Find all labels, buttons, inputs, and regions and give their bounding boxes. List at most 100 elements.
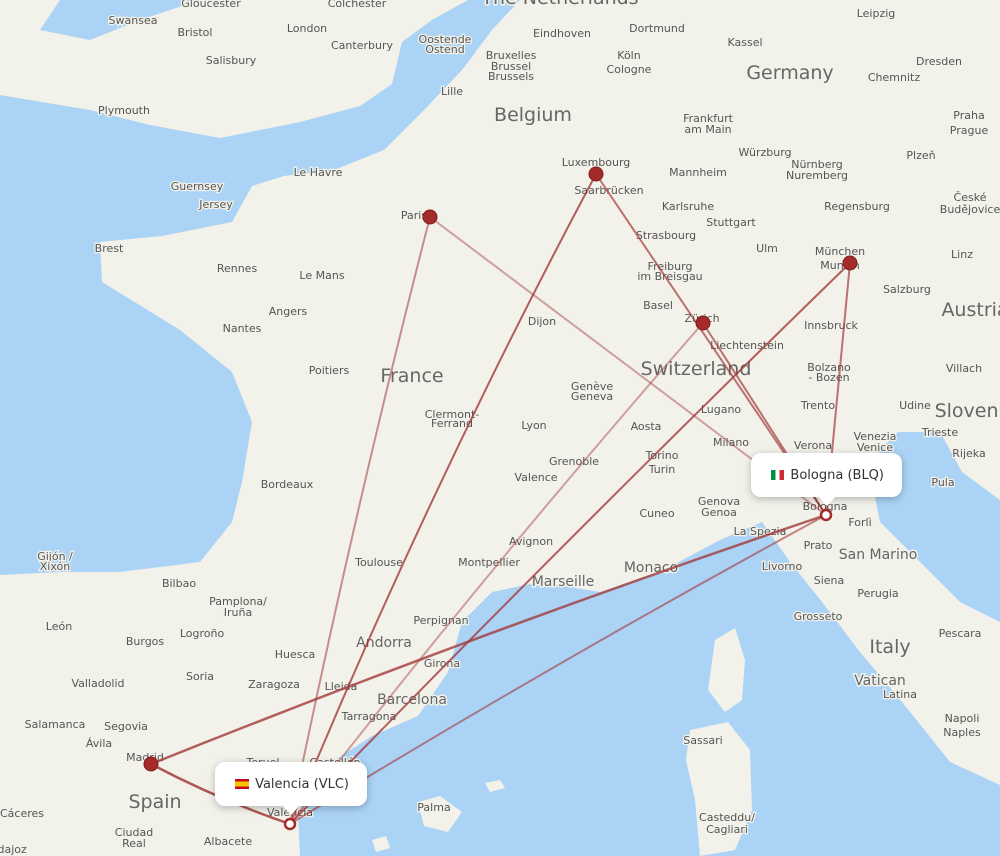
city-label: Stuttgart — [706, 216, 756, 229]
city-label: Brest — [95, 242, 124, 255]
city-label: Trieste — [921, 426, 958, 439]
city-label: Dortmund — [629, 22, 685, 35]
city-label: Sassari — [683, 734, 723, 747]
country-label: Austria — [941, 299, 1000, 321]
country-label: Spain — [128, 791, 181, 813]
destination-label: Bologna (BLQ) — [790, 467, 884, 483]
hub-marker[interactable] — [588, 166, 604, 182]
city-label: London — [287, 22, 327, 35]
city-label: Salisbury — [206, 54, 257, 67]
place-label: San Marino — [839, 547, 918, 563]
city-label: am Main — [684, 123, 731, 136]
city-label: Cologne — [607, 63, 652, 76]
city-label: Lyon — [521, 419, 546, 432]
city-label: Iruña — [224, 606, 252, 619]
city-label: Canterbury — [331, 39, 393, 52]
destination-airport-marker[interactable] — [819, 508, 833, 522]
city-label: Colchester — [328, 0, 387, 10]
city-label: Cagliari — [706, 823, 748, 836]
country-label: Slovenia — [935, 400, 1000, 422]
city-label: Toulouse — [354, 556, 403, 569]
city-label: Plzeň — [906, 149, 935, 162]
country-label: The Netherlands — [480, 0, 638, 9]
city-label: Prato — [804, 539, 833, 552]
destination-callout[interactable]: Bologna (BLQ) — [751, 453, 902, 506]
country-label: Italy — [869, 636, 910, 658]
city-label: Regensburg — [824, 200, 890, 213]
city-label: Lugano — [701, 403, 742, 416]
city-label: Albacete — [204, 835, 252, 848]
city-label: Plymouth — [98, 104, 150, 117]
city-label: Segovia — [104, 720, 148, 733]
city-label: Grenoble — [549, 455, 599, 468]
city-label: Villach — [946, 362, 982, 375]
city-label: Valladolid — [71, 677, 124, 690]
origin-callout[interactable]: Valencia (VLC) — [215, 762, 367, 815]
city-label: Salamanca — [25, 718, 86, 731]
country-label: Belgium — [494, 104, 572, 126]
city-label: Cuneo — [639, 507, 674, 520]
city-label: - Bozen — [808, 371, 849, 384]
city-label: Geneva — [571, 390, 613, 403]
city-label: Forlì — [848, 516, 871, 529]
city-label: Burgos — [126, 635, 165, 648]
city-label: Dresden — [916, 55, 962, 68]
hub-marker[interactable] — [422, 209, 438, 225]
place-label: Vatican — [854, 673, 906, 689]
origin-label: Valencia (VLC) — [255, 776, 349, 792]
city-label: Pescara — [939, 627, 982, 640]
city-label: Cáceres — [0, 807, 44, 820]
city-label: Salzburg — [883, 283, 931, 296]
city-label: Pula — [931, 476, 954, 489]
hub-marker[interactable] — [695, 315, 711, 331]
city-label: Le Mans — [299, 269, 344, 282]
city-label: Prague — [950, 124, 989, 137]
city-label: León — [46, 620, 72, 633]
city-label: Logroño — [180, 627, 225, 640]
city-label: Budějovice — [940, 203, 1000, 216]
city-label: Napoli — [945, 712, 980, 725]
city-label: Palma — [417, 801, 450, 814]
city-label: Ávila — [86, 737, 112, 750]
city-label: Kassel — [727, 36, 762, 49]
city-label: Udine — [899, 399, 931, 412]
city-label: Aosta — [631, 420, 662, 433]
city-label: Ulm — [756, 242, 778, 255]
city-label: Rijeka — [952, 447, 985, 460]
city-label: Rennes — [217, 262, 258, 275]
city-label: Grosseto — [794, 610, 843, 623]
origin-airport-marker[interactable] — [283, 817, 297, 831]
city-label: Poitiers — [309, 364, 350, 377]
city-label: Würzburg — [738, 146, 791, 159]
city-label: Swansea — [109, 14, 158, 27]
city-label: Köln — [617, 49, 640, 62]
italy-flag-icon — [771, 470, 785, 480]
city-label: Karlsruhe — [662, 200, 715, 213]
city-label: München — [815, 245, 865, 258]
hub-marker[interactable] — [143, 756, 159, 772]
city-label: Chemnitz — [868, 71, 920, 84]
city-label: Genoa — [701, 506, 737, 519]
city-label: Verona — [794, 439, 832, 452]
city-label: Bristol — [178, 26, 213, 39]
city-label: Dijon — [528, 315, 556, 328]
place-label: Marseille — [532, 574, 595, 590]
route-map[interactable]: The NetherlandsBelgiumGermanyFranceSwitz… — [0, 0, 1000, 856]
city-label: Zaragoza — [248, 678, 300, 691]
hub-marker[interactable] — [842, 255, 858, 271]
city-label: Innsbruck — [804, 319, 858, 332]
city-label: Lille — [441, 85, 463, 98]
city-label: Basel — [643, 299, 673, 312]
city-label: Eindhoven — [533, 27, 591, 40]
city-label: Praha — [953, 109, 984, 122]
city-label: Soria — [186, 670, 214, 683]
city-label: Guernsey — [171, 180, 224, 193]
city-label: Perugia — [857, 587, 898, 600]
city-label: Perpignan — [413, 614, 468, 627]
city-label: Brussels — [488, 70, 534, 83]
city-label: Naples — [943, 726, 981, 739]
city-label: Siena — [814, 574, 845, 587]
city-label: Ostend — [425, 43, 464, 56]
city-label: Leipzig — [857, 7, 896, 20]
country-label: Germany — [746, 62, 833, 84]
